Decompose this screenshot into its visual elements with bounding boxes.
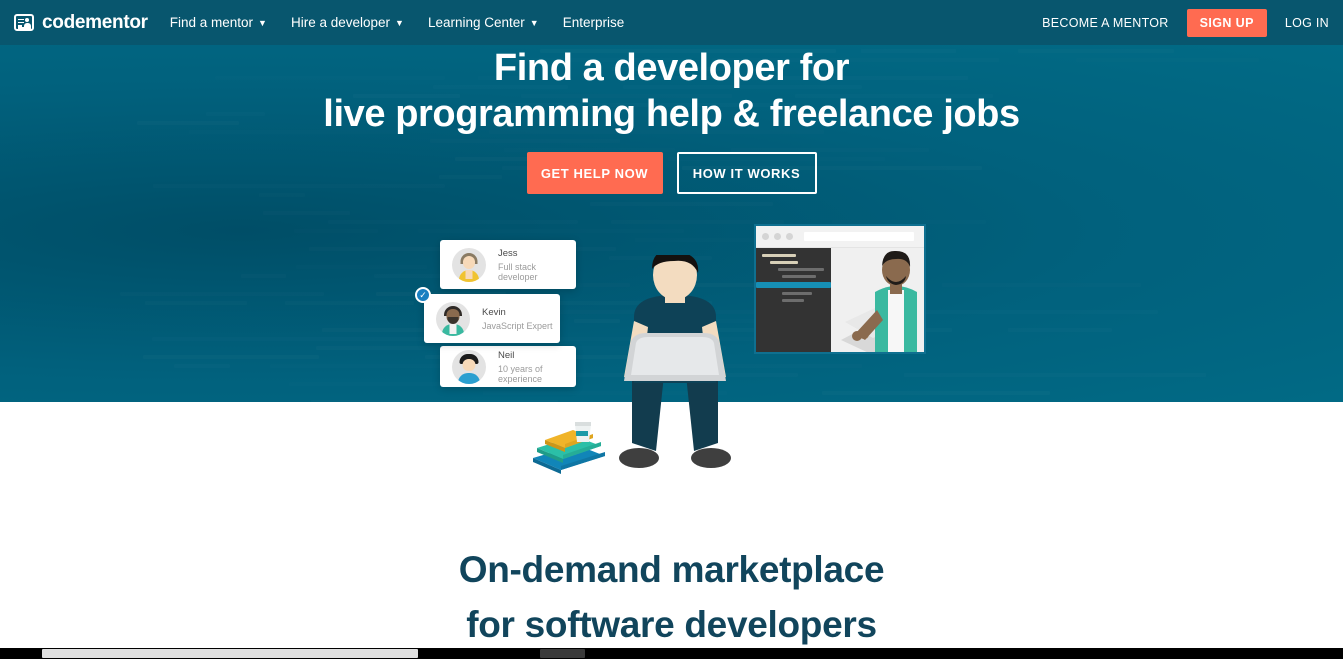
section-title-line-2: for software developers <box>466 604 877 645</box>
nav-item-find-a-mentor[interactable]: Find a mentor ▼ <box>170 15 267 30</box>
window-dot-icon <box>786 233 793 240</box>
mentor-role: 10 years of experience <box>498 363 543 384</box>
browser-title-bar <box>756 226 924 248</box>
mentor-card-kevin[interactable]: Kevin JavaScript Expert <box>424 294 560 343</box>
navbar-right-group: BECOME A MENTOR SIGN UP LOG IN <box>1024 8 1329 37</box>
standing-mentor-figure <box>831 248 924 352</box>
mentor-card-jess[interactable]: Jess Full stack developer <box>440 240 576 289</box>
mentor-name: Jess <box>498 247 518 259</box>
browser-body <box>756 248 924 352</box>
scrollbar-secondary-marker <box>540 649 585 658</box>
nav-label: Hire a developer <box>290 15 391 30</box>
mentor-info: Jess Full stack developer <box>498 248 576 282</box>
page-root: codementor Find a mentor ▼ Hire a develo… <box>0 0 1343 659</box>
brand-name: codementor <box>42 11 148 33</box>
mentor-role: JavaScript Expert <box>482 320 553 331</box>
window-dot-icon <box>762 233 769 240</box>
mentor-name: Kevin <box>482 306 506 318</box>
nav-item-hire-a-developer[interactable]: Hire a developer ▼ <box>291 15 404 30</box>
mentor-info: Neil 10 years of experience <box>498 350 576 384</box>
top-navbar: codementor Find a mentor ▼ Hire a develo… <box>0 0 1343 45</box>
seated-developer-illustration <box>619 255 731 468</box>
log-in-link[interactable]: LOG IN <box>1285 16 1329 30</box>
nav-item-learning-center[interactable]: Learning Center ▼ <box>428 15 539 30</box>
navbar-left-group: codementor Find a mentor ▼ Hire a develo… <box>0 12 648 34</box>
section-title: On-demand marketplace for software devel… <box>0 542 1343 652</box>
nav-label: Learning Center <box>427 15 525 30</box>
hero-illustration: Jess Full stack developer ✓ Kevin JavaSc… <box>0 0 1343 476</box>
browser-window-illustration <box>754 224 926 354</box>
scrollbar-thumb[interactable] <box>42 649 418 658</box>
nav-item-enterprise[interactable]: Enterprise <box>563 15 625 30</box>
chevron-down-icon: ▼ <box>258 18 267 28</box>
nav-label: Enterprise <box>562 15 625 30</box>
become-a-mentor-link[interactable]: BECOME A MENTOR <box>1042 16 1169 30</box>
chevron-down-icon: ▼ <box>395 18 404 28</box>
chevron-down-icon: ▼ <box>529 18 539 28</box>
code-editor-pane <box>756 248 831 352</box>
nav-label: Find a mentor <box>169 15 254 30</box>
mentor-video-pane <box>831 248 924 352</box>
mentor-name: Neil <box>498 349 515 361</box>
horizontal-scrollbar[interactable] <box>0 648 1343 659</box>
avatar <box>452 247 486 282</box>
mentor-role: Full stack developer <box>498 261 538 282</box>
id-card-icon <box>14 14 34 31</box>
avatar <box>436 301 470 336</box>
check-icon: ✓ <box>415 287 431 303</box>
mentor-info: Kevin JavaScript Expert <box>482 307 553 331</box>
window-dot-icon <box>774 233 781 240</box>
highlighted-code-line <box>756 282 831 288</box>
sign-up-button[interactable]: SIGN UP <box>1186 8 1267 37</box>
browser-url-bar <box>804 232 914 241</box>
brand-logo[interactable]: codementor <box>14 12 148 34</box>
book-stack-illustration <box>529 422 609 476</box>
mentor-card-neil[interactable]: Neil 10 years of experience <box>440 346 576 387</box>
section-title-line-1: On-demand marketplace <box>458 549 885 590</box>
avatar <box>452 349 486 384</box>
